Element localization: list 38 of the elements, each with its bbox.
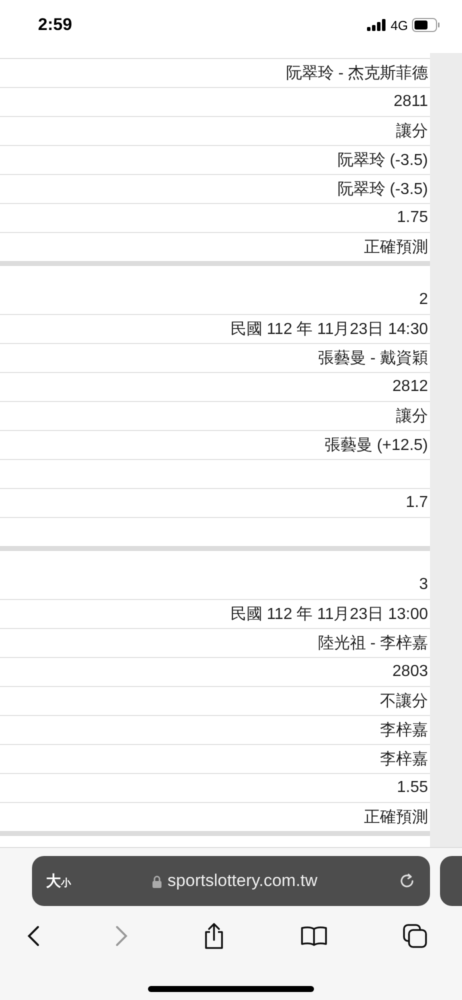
table-cell-text: 阮翠玲 - 杰克斯菲德 [286, 64, 429, 84]
table-cell-text: 2 [419, 291, 429, 309]
signal-icon [366, 19, 387, 31]
table-cell-text: 1.75 [396, 209, 429, 227]
table-cell-text: 民國 112 年 11月23日 14:30 [230, 320, 429, 340]
table-cell-text: 不讓分 [380, 692, 429, 712]
address-bar[interactable]: 大小 sportslottery.com.tw [32, 856, 430, 906]
table-cell-text: 2803 [392, 663, 429, 681]
tabs-icon[interactable] [402, 923, 428, 949]
table-cell-text: 張藝曼 (+12.5) [324, 436, 429, 456]
table-cell-text: 阮翠玲 (-3.5) [337, 150, 429, 170]
status-time: 2:59 [38, 15, 72, 35]
table-cell-text: 李梓嘉 [380, 750, 429, 770]
table-cell-text: 阮翠玲 (-3.5) [337, 180, 429, 200]
reload-icon[interactable] [398, 872, 416, 890]
table-cell-text: 李梓嘉 [380, 720, 429, 740]
table-cell-text: 3 [419, 576, 429, 594]
table-cell-text: 1.7 [406, 494, 429, 512]
table-cell-text: 2812 [392, 378, 429, 396]
tab-bar-preview[interactable] [440, 856, 462, 906]
table-cell-text: 陸光祖 - 李梓嘉 [318, 634, 429, 654]
book-icon[interactable] [300, 925, 328, 947]
url-text[interactable]: sportslottery.com.tw [168, 871, 318, 891]
back-icon[interactable] [26, 925, 40, 947]
network-label: 4G [390, 18, 408, 32]
table-cell-text: 2811 [394, 93, 429, 111]
lock-icon [152, 874, 162, 888]
table-cell-text: 讓分 [396, 122, 429, 142]
table-cell-text: 正確預測 [364, 238, 429, 258]
table-cell-text: 張藝曼 - 戴資穎 [318, 348, 429, 368]
table-cell-text: 正確預測 [364, 808, 429, 828]
forward-icon[interactable] [114, 925, 128, 947]
table-cell-text: 民國 112 年 11月23日 13:00 [230, 604, 429, 624]
table-cell-text: 1.55 [396, 779, 429, 797]
text-size-button[interactable]: 大小 [46, 872, 71, 890]
share-icon[interactable] [203, 922, 225, 950]
battery-icon [412, 18, 440, 32]
table-cell-text: 讓分 [396, 406, 429, 426]
